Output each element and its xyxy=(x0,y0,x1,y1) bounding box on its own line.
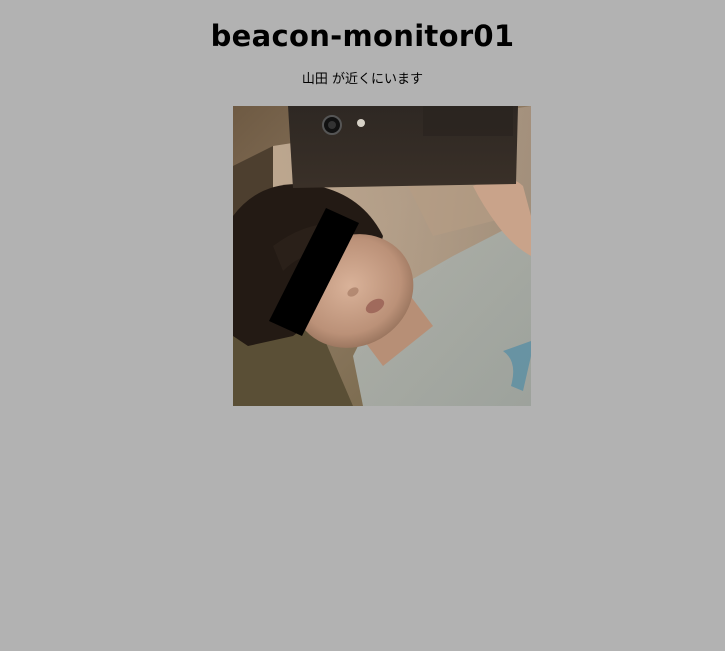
page-title: beacon-monitor01 xyxy=(210,19,515,53)
person-photo xyxy=(233,106,531,406)
proximity-message: 山田 が近くにいます xyxy=(301,72,424,87)
page: beacon-monitor01 山田 が近くにいます xyxy=(0,0,725,651)
